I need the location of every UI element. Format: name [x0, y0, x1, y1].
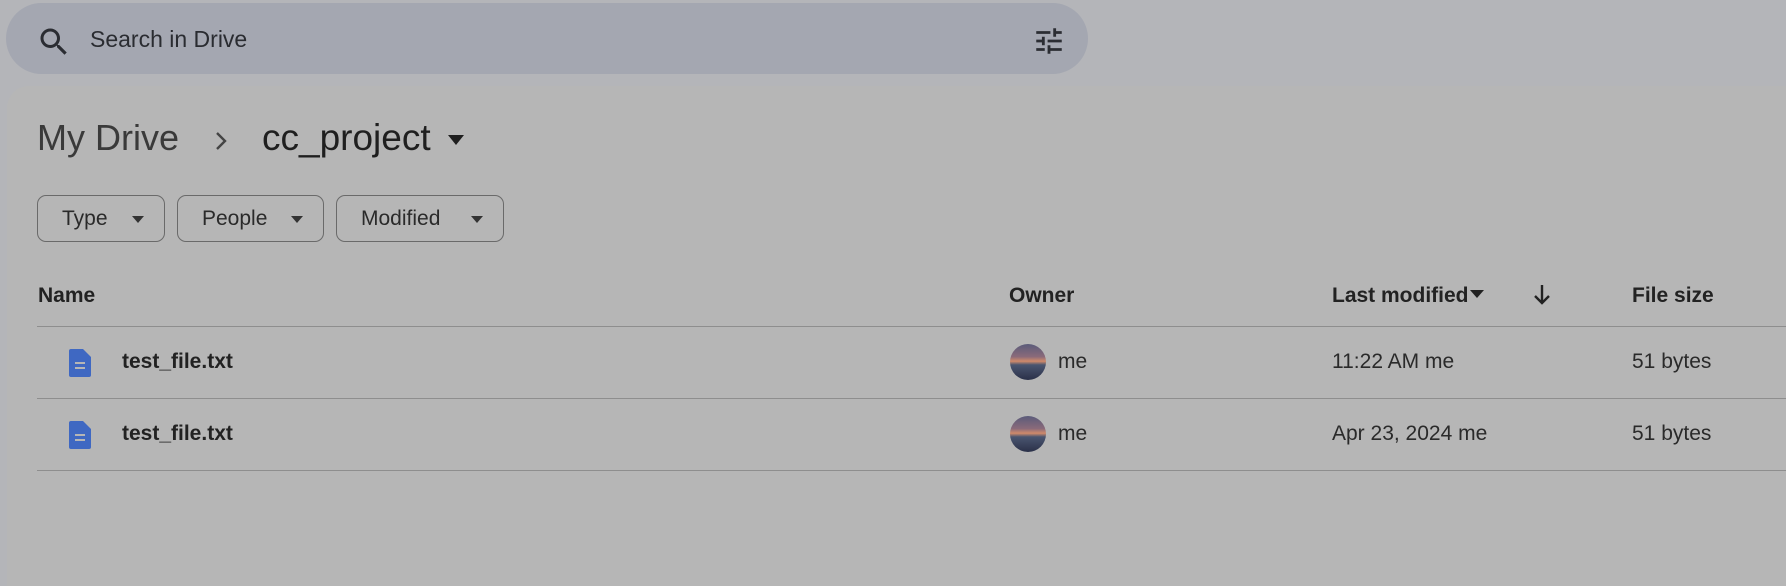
- caret-down-icon: [132, 216, 144, 223]
- filter-chip-type[interactable]: Type: [37, 195, 165, 242]
- row-divider: [37, 470, 1786, 471]
- file-name[interactable]: test_file.txt: [122, 422, 233, 446]
- filter-chip-label: People: [202, 207, 268, 230]
- caret-down-icon: [291, 216, 303, 223]
- caret-down-icon[interactable]: [446, 132, 466, 148]
- column-header-name[interactable]: Name: [38, 284, 95, 308]
- table-row[interactable]: test_file.txt me Apr 23, 2024 me 51 byte…: [37, 399, 1786, 469]
- table-row[interactable]: test_file.txt me 11:22 AM me 51 bytes: [37, 327, 1786, 397]
- filter-chip-people[interactable]: People: [177, 195, 324, 242]
- avatar: [1010, 344, 1046, 380]
- breadcrumb-root[interactable]: My Drive: [37, 117, 179, 159]
- file-size: 51 bytes: [1632, 350, 1712, 373]
- modified-by: me: [1458, 422, 1488, 445]
- search-bar[interactable]: [6, 3, 1088, 74]
- document-file-icon: [69, 349, 91, 377]
- column-header-owner[interactable]: Owner: [1009, 284, 1074, 308]
- column-header-file-size[interactable]: File size: [1632, 284, 1714, 308]
- caret-down-icon: [471, 216, 483, 223]
- filter-chip-modified[interactable]: Modified: [336, 195, 504, 242]
- file-name[interactable]: test_file.txt: [122, 350, 233, 374]
- modified-date: Apr 23, 2024: [1332, 422, 1453, 445]
- file-size: 51 bytes: [1632, 422, 1712, 445]
- modified-by: me: [1425, 350, 1455, 373]
- document-file-icon: [69, 421, 91, 449]
- owner-name: me: [1058, 422, 1088, 445]
- filter-chip-label: Modified: [361, 207, 441, 230]
- column-header-last-modified[interactable]: Last modified: [1332, 284, 1469, 308]
- caret-down-icon[interactable]: [1468, 287, 1486, 301]
- avatar: [1010, 416, 1046, 452]
- last-modified: Apr 23, 2024 me: [1332, 422, 1487, 446]
- modified-date: 11:22 AM: [1332, 350, 1420, 373]
- search-input[interactable]: [90, 21, 990, 57]
- owner-name: me: [1058, 350, 1088, 373]
- filter-chip-label: Type: [62, 207, 108, 230]
- search-icon[interactable]: [36, 24, 72, 60]
- chevron-right-icon: [216, 132, 227, 150]
- breadcrumb-current-folder[interactable]: cc_project: [262, 117, 431, 159]
- last-modified: 11:22 AM me: [1332, 350, 1454, 374]
- filter-options-icon[interactable]: [1032, 24, 1066, 58]
- arrow-down-icon[interactable]: [1530, 282, 1554, 308]
